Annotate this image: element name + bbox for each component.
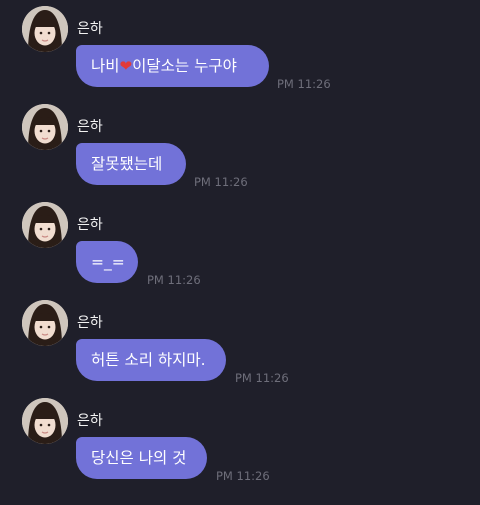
- message-text: 잘못됐는데: [91, 155, 163, 173]
- message-bubble[interactable]: 나비❤이달소는 누구야: [76, 45, 269, 87]
- red-heart-icon: ❤: [119, 57, 133, 75]
- message-timestamp: PM 11:26: [277, 77, 331, 91]
- message-timestamp: PM 11:26: [235, 371, 289, 385]
- message-bubble[interactable]: =_=: [76, 241, 138, 283]
- message-text: =_=: [91, 253, 125, 271]
- message-bubble[interactable]: 허튼 소리 하지마.: [76, 339, 226, 381]
- message-text: 당신은 나의 것: [91, 449, 187, 467]
- profile-photo-icon: [22, 104, 68, 150]
- avatar[interactable]: [22, 104, 68, 150]
- sender-name: 은하: [77, 217, 103, 233]
- sender-name: 은하: [77, 413, 103, 429]
- avatar[interactable]: [22, 6, 68, 52]
- message-timestamp: PM 11:26: [147, 273, 201, 287]
- message-bubble[interactable]: 잘못됐는데: [76, 143, 186, 185]
- message-text: 이달소는 누구야: [132, 57, 237, 75]
- message-timestamp: PM 11:26: [216, 469, 270, 483]
- avatar[interactable]: [22, 300, 68, 346]
- message-row: 은하 허튼 소리 하지마. PM 11:26: [0, 294, 480, 391]
- profile-photo-icon: [22, 6, 68, 52]
- message-text: 나비: [91, 57, 120, 75]
- sender-name: 은하: [77, 315, 103, 331]
- message-text: 허튼 소리 하지마.: [91, 351, 206, 369]
- profile-photo-icon: [22, 300, 68, 346]
- chat-transcript: 은하 나비❤이달소는 누구야 PM 11:26 은하 잘못됐는데 PM 11:2…: [0, 0, 480, 505]
- avatar[interactable]: [22, 398, 68, 444]
- avatar[interactable]: [22, 202, 68, 248]
- message-row: 은하 잘못됐는데 PM 11:26: [0, 98, 480, 195]
- profile-photo-icon: [22, 202, 68, 248]
- message-row: 은하 =_= PM 11:26: [0, 196, 480, 293]
- message-bubble[interactable]: 당신은 나의 것: [76, 437, 207, 479]
- profile-photo-icon: [22, 398, 68, 444]
- message-timestamp: PM 11:26: [194, 175, 248, 189]
- sender-name: 은하: [77, 21, 103, 37]
- message-row: 은하 나비❤이달소는 누구야 PM 11:26: [0, 0, 480, 97]
- sender-name: 은하: [77, 119, 103, 135]
- message-row: 은하 당신은 나의 것 PM 11:26: [0, 392, 480, 489]
